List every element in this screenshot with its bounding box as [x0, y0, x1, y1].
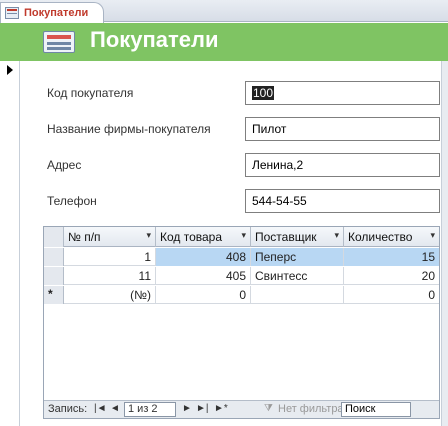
- phone-field[interactable]: 544-54-55: [245, 189, 440, 213]
- row-selector[interactable]: [44, 267, 64, 285]
- column-header-label: Поставщик: [255, 230, 317, 244]
- new-record-icon[interactable]: ►*: [214, 403, 228, 414]
- row-selector[interactable]: *: [44, 286, 64, 304]
- tab-pokupateli[interactable]: Покупатели: [0, 2, 104, 23]
- cell-supplier[interactable]: Свинтесс: [251, 267, 344, 285]
- table-row[interactable]: 1 408 Пеперс 15: [44, 248, 439, 266]
- last-record-icon[interactable]: ►|: [196, 403, 209, 414]
- row-selector[interactable]: [44, 248, 64, 266]
- cell-num[interactable]: 11: [64, 267, 156, 285]
- cell-product-code[interactable]: 405: [156, 267, 251, 285]
- filter-status[interactable]: Нет фильтра: [278, 403, 344, 415]
- customer-code-field[interactable]: 100: [245, 81, 440, 105]
- current-record-arrow-icon: [7, 65, 13, 75]
- document-tab-strip: Покупатели: [0, 0, 448, 23]
- column-header-label: Количество: [348, 230, 413, 244]
- tab-label: Покупатели: [24, 7, 89, 19]
- phone-label: Телефон: [47, 194, 97, 208]
- address-field[interactable]: Ленина,2: [245, 153, 440, 177]
- form-icon: [43, 31, 75, 53]
- cell-num[interactable]: (№): [64, 286, 156, 304]
- record-navigation-bar: Запись: |◄ ◄ 1 из 2 ► ►| ►* ⧩ Нет фильтр…: [44, 400, 439, 418]
- column-header-product-code[interactable]: Код товара ▾: [156, 227, 251, 247]
- next-record-icon[interactable]: ►: [182, 403, 192, 414]
- previous-record-icon[interactable]: ◄: [110, 403, 120, 414]
- column-header-label: Код товара: [160, 230, 223, 244]
- new-record-icon: *: [48, 287, 53, 301]
- column-header-quantity[interactable]: Количество ▾: [344, 227, 439, 247]
- dropdown-arrow-icon[interactable]: ▾: [241, 230, 246, 241]
- company-name-field[interactable]: Пилот: [245, 117, 440, 141]
- cell-supplier[interactable]: [251, 286, 344, 304]
- record-position-field[interactable]: 1 из 2: [124, 402, 176, 417]
- column-header-supplier[interactable]: Поставщик ▾: [251, 227, 344, 247]
- dropdown-arrow-icon[interactable]: ▾: [146, 230, 151, 241]
- datasheet-header: № п/п ▾ Код товара ▾ Поставщик ▾ Количес…: [44, 227, 439, 247]
- cell-supplier[interactable]: Пеперс: [251, 248, 344, 266]
- cell-quantity[interactable]: 15: [344, 248, 439, 266]
- orders-subform: № п/п ▾ Код товара ▾ Поставщик ▾ Количес…: [43, 226, 440, 419]
- new-record-row[interactable]: * (№) 0 0: [44, 286, 439, 304]
- address-label: Адрес: [47, 158, 82, 172]
- record-selector[interactable]: [0, 61, 20, 426]
- customer-code-value: 100: [252, 86, 275, 100]
- cell-num[interactable]: 1: [64, 248, 156, 266]
- form-icon: [5, 7, 19, 19]
- cell-product-code[interactable]: 408: [156, 248, 251, 266]
- record-label: Запись:: [48, 403, 88, 415]
- cell-product-code[interactable]: 0: [156, 286, 251, 304]
- search-input[interactable]: Поиск: [341, 402, 411, 417]
- page-title: Покупатели: [90, 27, 219, 52]
- dropdown-arrow-icon[interactable]: ▾: [334, 230, 339, 241]
- company-name-label: Название фирмы-покупателя: [47, 122, 211, 136]
- cell-quantity[interactable]: 20: [344, 267, 439, 285]
- select-all-corner[interactable]: [44, 227, 64, 247]
- filter-icon[interactable]: ⧩: [264, 403, 273, 414]
- customer-code-label: Код покупателя: [47, 86, 134, 100]
- table-row[interactable]: 11 405 Свинтесс 20: [44, 267, 439, 285]
- form-scroll-edge: [441, 61, 448, 426]
- cell-quantity[interactable]: 0: [344, 286, 439, 304]
- column-header-num[interactable]: № п/п ▾: [64, 227, 156, 247]
- column-header-label: № п/п: [68, 230, 101, 244]
- dropdown-arrow-icon[interactable]: ▾: [430, 230, 435, 241]
- first-record-icon[interactable]: |◄: [94, 403, 107, 414]
- form-header: Покупатели: [0, 23, 448, 61]
